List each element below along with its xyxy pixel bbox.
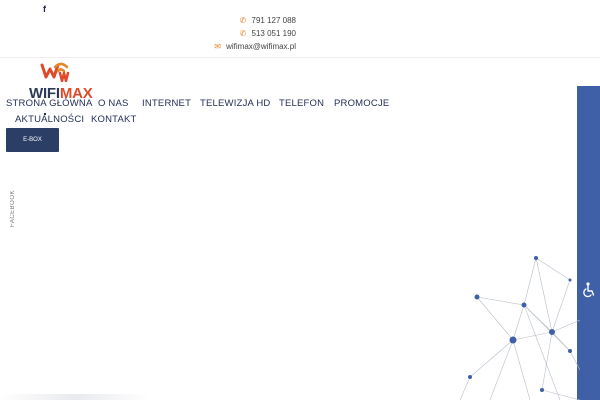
phone-number-2: 513 051 190 [251, 29, 297, 38]
nav-item-phone[interactable]: TELEFON [279, 98, 324, 109]
wheelchair-icon[interactable] [582, 282, 596, 298]
network-graphic [460, 256, 580, 400]
nav-item-news[interactable]: AKTUALNOŚCI [15, 114, 84, 125]
facebook-side-link[interactable]: FACEBOOK [10, 190, 16, 227]
facebook-icon[interactable]: f [43, 3, 53, 15]
nav-item-internet[interactable]: INTERNET [142, 98, 191, 109]
contact-email[interactable]: ✉ wifimax@wifimax.pl [213, 42, 296, 51]
phone-number-1: 791 127 088 [251, 16, 297, 25]
bottom-shadow [0, 394, 150, 400]
nav-item-about[interactable]: O NAS [98, 98, 129, 109]
ebox-button[interactable]: E-BOX [6, 128, 59, 152]
nav-item-contact[interactable]: KONTAKT [91, 114, 137, 125]
accessibility-side-tab[interactable] [577, 86, 600, 400]
top-bar: f ✆ 791 127 088 ✆ 513 051 190 ✉ wifimax@… [0, 0, 600, 58]
email-address: wifimax@wifimax.pl [226, 42, 296, 51]
contact-phone-1[interactable]: ✆ 791 127 088 [239, 16, 297, 25]
active-nav-indicator [44, 113, 46, 115]
site-logo[interactable]: WIFIMAX [16, 57, 96, 102]
envelope-icon: ✉ [214, 42, 221, 51]
phone-icon: ✆ [239, 16, 247, 25]
nav-item-promotions[interactable]: PROMOCJE [334, 98, 389, 109]
nav-item-home[interactable]: STRONA GŁÓWNA [6, 98, 93, 109]
wifi-logo-mark [40, 62, 70, 83]
nav-item-tv[interactable]: TELEWIZJA HD [200, 98, 271, 109]
phone-icon: ✆ [239, 29, 247, 38]
contact-phone-2[interactable]: ✆ 513 051 190 [239, 29, 297, 38]
